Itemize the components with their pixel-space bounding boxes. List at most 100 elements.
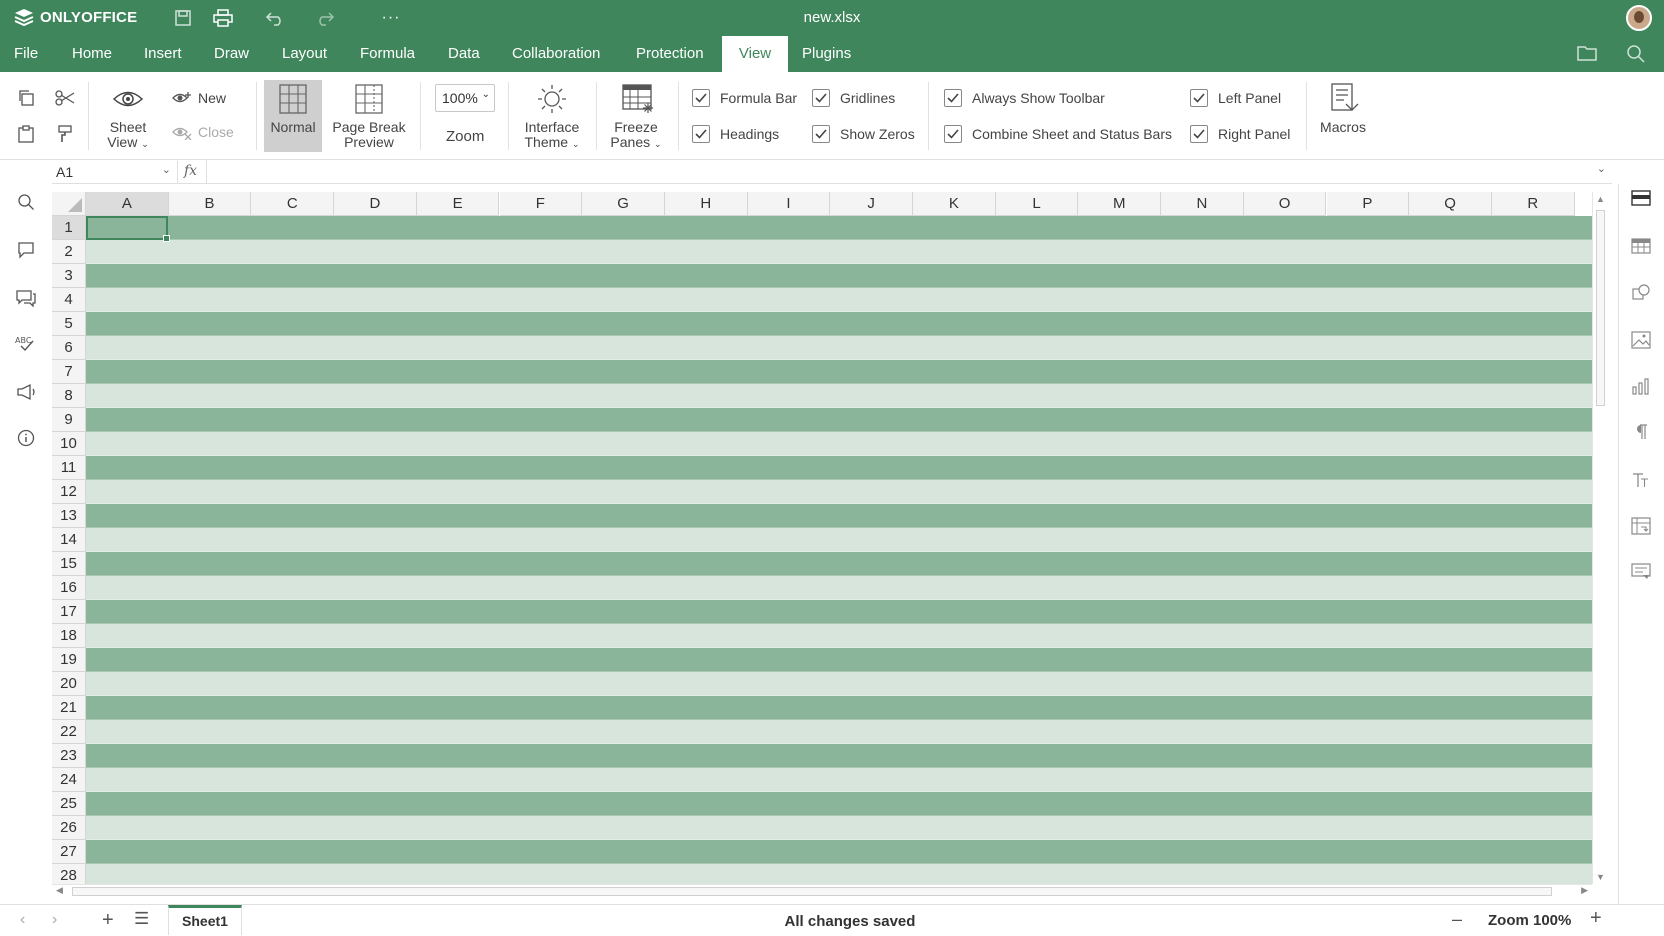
tab-plugins[interactable]: Plugins (788, 36, 865, 72)
add-sheet-icon[interactable]: + (102, 909, 114, 932)
scroll-down-arrow-icon[interactable]: ▼ (1596, 872, 1605, 882)
column-header-m[interactable]: M (1078, 192, 1162, 216)
sheet-view-button[interactable]: Sheet View ⌄ (96, 80, 160, 152)
spreadsheet-grid[interactable]: A B C D E F G H I J K L M N O P Q R 1 2 3 4 5 6 7 8 9 10 11 12 13 14 15 1… (52, 192, 1592, 884)
row-header-20[interactable]: 20 (52, 672, 86, 696)
row-header-15[interactable]: 15 (52, 552, 86, 576)
row-header-25[interactable]: 25 (52, 792, 86, 816)
table-row[interactable] (86, 312, 1592, 336)
column-header-d[interactable]: D (334, 192, 417, 216)
row-header-10[interactable]: 10 (52, 432, 86, 456)
column-header-p[interactable]: P (1326, 192, 1410, 216)
text-art-settings-button[interactable] (1629, 468, 1653, 492)
chat-button[interactable] (14, 286, 38, 310)
row-header-13[interactable]: 13 (52, 504, 86, 528)
tab-view[interactable]: View (722, 36, 788, 72)
table-row[interactable] (86, 624, 1592, 648)
table-row[interactable] (86, 672, 1592, 696)
row-header-7[interactable]: 7 (52, 360, 86, 384)
row-header-22[interactable]: 22 (52, 720, 86, 744)
cut-button[interactable] (52, 86, 78, 110)
tab-layout[interactable]: Layout (268, 36, 341, 72)
formula-input[interactable] (212, 160, 1592, 184)
always-show-toolbar-checkbox[interactable]: Always Show Toolbar (944, 88, 1105, 108)
feedback-button[interactable] (14, 380, 38, 404)
column-header-q[interactable]: Q (1409, 192, 1492, 216)
column-header-l[interactable]: L (995, 192, 1079, 216)
tab-collaboration[interactable]: Collaboration (498, 36, 614, 72)
table-row[interactable] (86, 696, 1592, 720)
close-view-button[interactable]: Close (172, 122, 234, 142)
row-header-21[interactable]: 21 (52, 696, 86, 720)
column-header-c[interactable]: C (251, 192, 335, 216)
column-header-r[interactable]: R (1491, 192, 1575, 216)
gridlines-checkbox[interactable]: Gridlines (812, 88, 895, 108)
table-row[interactable] (86, 744, 1592, 768)
table-row[interactable] (86, 504, 1592, 528)
column-header-j[interactable]: J (830, 192, 913, 216)
paste-button[interactable] (14, 122, 38, 146)
table-row[interactable] (86, 384, 1592, 408)
sheet-list-icon[interactable]: ☰ (134, 909, 149, 929)
vertical-scrollbar[interactable]: ▲ ▼ (1592, 192, 1608, 884)
comments-button[interactable] (14, 238, 38, 262)
table-row[interactable] (86, 864, 1592, 884)
format-painter-button[interactable] (52, 122, 78, 146)
column-header-n[interactable]: N (1161, 192, 1244, 216)
interface-theme-button[interactable]: Interface Theme ⌄ (514, 80, 590, 152)
normal-view-button[interactable]: Normal (264, 80, 322, 152)
table-settings-button[interactable] (1629, 234, 1653, 258)
row-header-18[interactable]: 18 (52, 624, 86, 648)
row-header-3[interactable]: 3 (52, 264, 86, 288)
row-header-19[interactable]: 19 (52, 648, 86, 672)
selected-cell[interactable] (86, 216, 170, 242)
table-row[interactable] (86, 336, 1592, 360)
scroll-right-arrow-icon[interactable]: ▶ (1581, 885, 1588, 896)
headings-checkbox[interactable]: Headings (692, 124, 779, 144)
table-row[interactable] (86, 408, 1592, 432)
row-header-17[interactable]: 17 (52, 600, 86, 624)
row-header-24[interactable]: 24 (52, 768, 86, 792)
zoom-out-icon[interactable]: – (1452, 909, 1462, 930)
left-panel-checkbox[interactable]: Left Panel (1190, 88, 1281, 108)
tab-draw[interactable]: Draw (200, 36, 263, 72)
row-header-16[interactable]: 16 (52, 576, 86, 600)
tab-home[interactable]: Home (58, 36, 126, 72)
row-header-11[interactable]: 11 (52, 456, 86, 480)
tab-data[interactable]: Data (434, 36, 494, 72)
row-header-28[interactable]: 28 (52, 864, 86, 884)
image-settings-button[interactable] (1629, 328, 1653, 352)
horizontal-scroll-thumb[interactable] (72, 887, 1552, 896)
table-row[interactable] (86, 720, 1592, 744)
row-header-4[interactable]: 4 (52, 288, 86, 312)
spellcheck-button[interactable]: ABC (14, 332, 38, 356)
table-row[interactable] (86, 648, 1592, 672)
tab-formula[interactable]: Formula (346, 36, 429, 72)
cell-settings-button[interactable] (1629, 186, 1653, 210)
column-header-i[interactable]: I (747, 192, 831, 216)
column-header-f[interactable]: F (499, 192, 583, 216)
table-row[interactable] (86, 600, 1592, 624)
vertical-scroll-thumb[interactable] (1596, 210, 1605, 406)
table-row[interactable] (86, 264, 1592, 288)
search-button[interactable] (1626, 44, 1648, 64)
row-header-12[interactable]: 12 (52, 480, 86, 504)
slicer-settings-button[interactable] (1629, 560, 1653, 584)
horizontal-scrollbar[interactable]: ◀ ▶ (52, 884, 1592, 898)
row-header-6[interactable]: 6 (52, 336, 86, 360)
pivot-settings-button[interactable] (1629, 514, 1653, 538)
column-header-b[interactable]: B (168, 192, 252, 216)
table-row[interactable] (86, 360, 1592, 384)
table-row[interactable] (86, 240, 1592, 264)
table-row[interactable] (86, 480, 1592, 504)
chevron-down-icon[interactable]: ⌄ (162, 163, 171, 176)
table-row[interactable] (86, 576, 1592, 600)
table-row[interactable] (86, 432, 1592, 456)
new-view-button[interactable]: New (172, 88, 226, 108)
expand-formula-chevron-icon[interactable]: ⌄ (1597, 162, 1606, 175)
user-avatar[interactable] (1626, 5, 1652, 31)
column-header-o[interactable]: O (1243, 192, 1327, 216)
row-header-27[interactable]: 27 (52, 840, 86, 864)
row-header-23[interactable]: 23 (52, 744, 86, 768)
table-row[interactable] (86, 840, 1592, 864)
